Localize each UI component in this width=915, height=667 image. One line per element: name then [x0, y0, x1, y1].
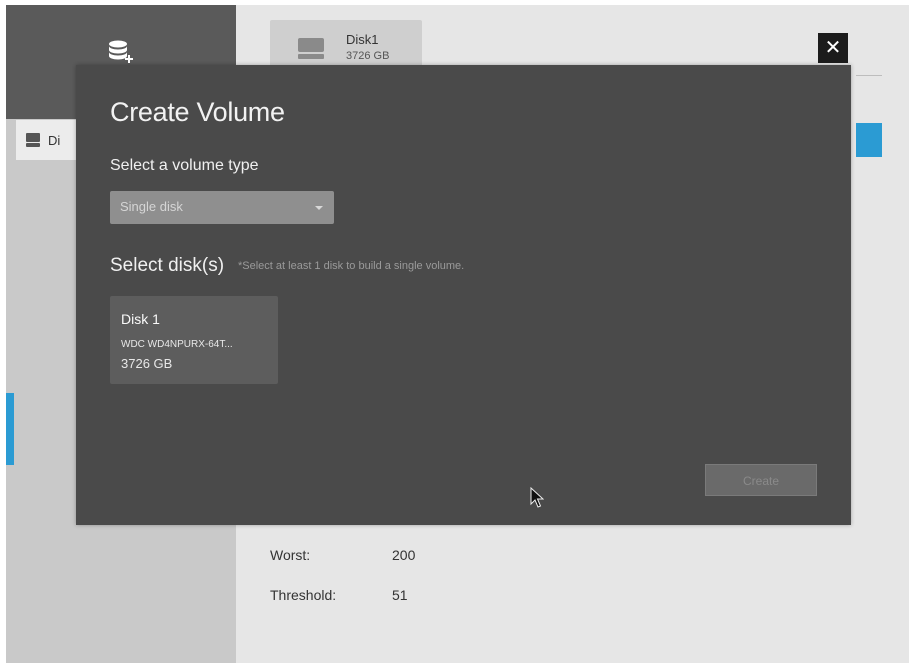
hard-drive-icon: [26, 133, 40, 147]
volume-type-value: Single disk: [120, 199, 183, 214]
select-disks-hint: *Select at least 1 disk to build a singl…: [238, 260, 465, 272]
close-icon: ✕: [824, 37, 842, 59]
disk-option-name: Disk 1: [121, 311, 160, 327]
divider: [856, 75, 882, 76]
volume-type-label: Select a volume type: [110, 157, 259, 174]
volume-type-select[interactable]: Single disk: [110, 191, 334, 224]
disk-name: Disk1: [346, 32, 379, 47]
stat-value: 51: [392, 587, 408, 603]
stat-label: Worst:: [270, 547, 311, 563]
chevron-down-icon: [315, 206, 323, 210]
create-volume-modal: Create Volume Select a volume type Singl…: [76, 65, 851, 525]
stat-value: 200: [392, 547, 416, 563]
disk-option-size: 3726 GB: [121, 356, 173, 371]
disk-size: 3726 GB: [346, 50, 390, 62]
close-button[interactable]: ✕: [818, 33, 848, 63]
database-plus-icon: [109, 40, 133, 63]
select-disks-label: Select disk(s): [110, 255, 225, 276]
app-frame: Di Disk1 3726 GB Worst: 200 Threshold: 5…: [6, 5, 909, 663]
stat-row-threshold: Threshold: 51: [270, 587, 470, 607]
hard-drive-icon: [298, 38, 324, 59]
stat-row-worst: Worst: 200: [270, 547, 470, 567]
sidebar-item-label: Di: [48, 132, 61, 148]
disk-option-disk-1[interactable]: Disk 1 WDC WD4NPURX-64T... 3726 GB: [110, 296, 278, 384]
modal-title: Create Volume: [110, 97, 285, 127]
create-button[interactable]: Create: [705, 464, 817, 496]
accent-tab[interactable]: [856, 123, 882, 157]
sidebar-accent-bar: [6, 393, 14, 465]
disk-option-model: WDC WD4NPURX-64T...: [121, 339, 233, 350]
stat-label: Threshold:: [270, 587, 337, 603]
mouse-pointer-icon: [530, 487, 544, 508]
